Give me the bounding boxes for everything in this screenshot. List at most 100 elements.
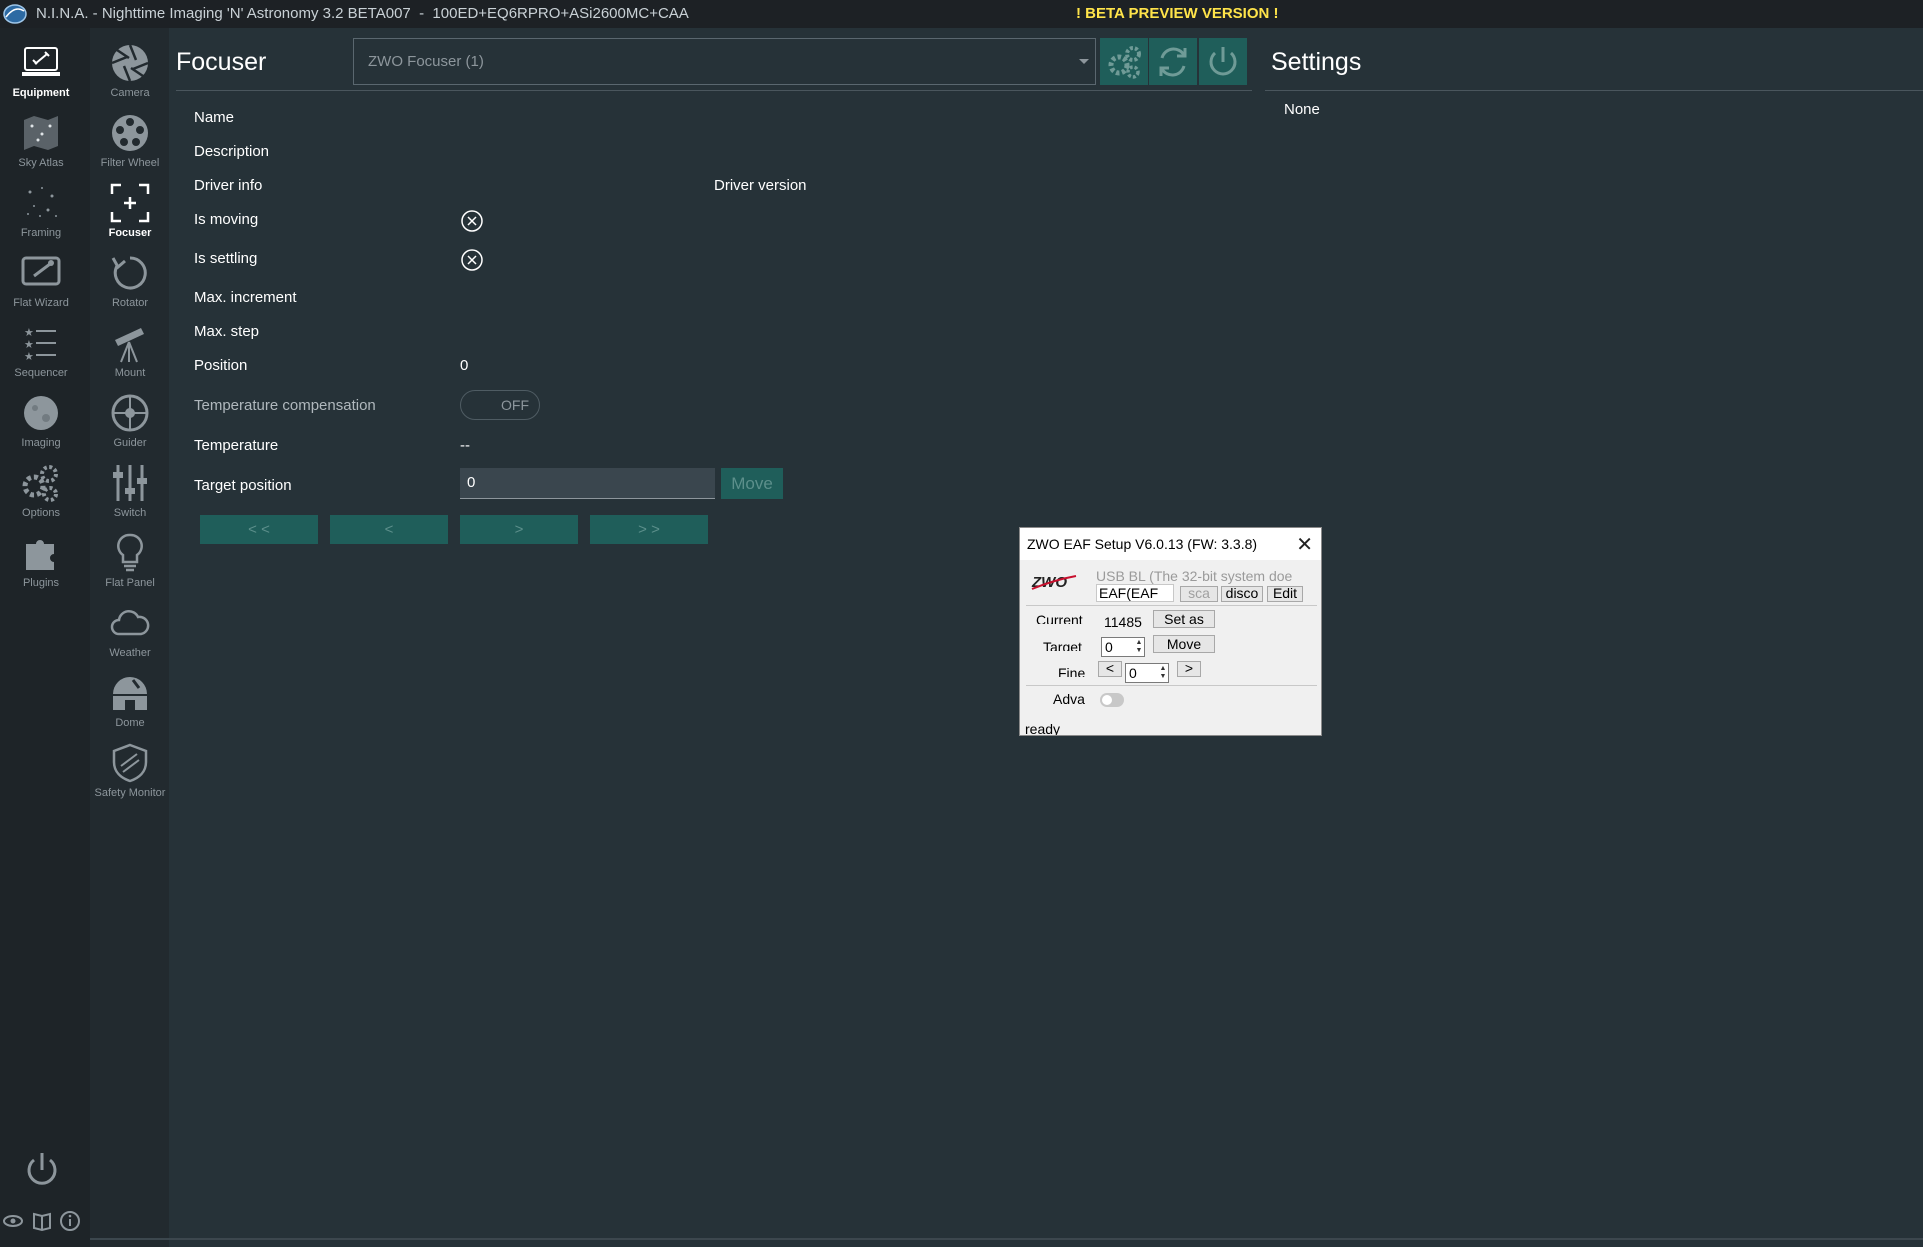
move-left-button[interactable]: <: [330, 515, 448, 544]
nav-label: Options: [22, 507, 60, 519]
nav-item-filter-wheel[interactable]: Filter Wheel: [90, 112, 170, 180]
settings-title: Settings: [1271, 48, 1362, 76]
rescan-button[interactable]: [1149, 38, 1197, 85]
nav-item-guider[interactable]: Guider: [90, 392, 170, 460]
driver-version-label: Driver version: [714, 177, 807, 194]
nav-label: Framing: [20, 227, 62, 239]
nav-label: Imaging: [21, 437, 61, 449]
zwo-eaf-setup-dialog: ZWO EAF Setup V6.0.13 (FW: 3.3.8) ✕ ZWO …: [1019, 527, 1322, 736]
scan-button[interactable]: sca: [1180, 586, 1218, 602]
spin-arrows-icon[interactable]: ▲ ▼: [1135, 639, 1143, 655]
target-position-input[interactable]: 0: [460, 468, 715, 499]
power-icon: [1209, 46, 1237, 75]
nav-item-plugins[interactable]: Plugins: [1, 532, 81, 600]
nav-item-options[interactable]: Options: [1, 462, 81, 530]
nav-item-weather[interactable]: Weather: [90, 602, 170, 670]
nav-item-switch[interactable]: Switch: [90, 462, 170, 530]
puzzle-icon: [26, 540, 54, 570]
power-icon[interactable]: [24, 1150, 60, 1190]
x-circle-icon: [461, 249, 483, 271]
description-label: Description: [194, 143, 270, 160]
nav-item-sky-atlas[interactable]: Sky Atlas: [1, 112, 81, 180]
edit-button[interactable]: Edit: [1267, 586, 1303, 602]
nav-item-imaging[interactable]: Imaging: [1, 392, 81, 460]
nav-label: Equipment: [12, 87, 70, 99]
beta-notice: ! BETA PREVIEW VERSION !: [1076, 5, 1279, 22]
title-bar: N.I.N.A. - Nighttime Imaging 'N' Astrono…: [0, 0, 1923, 28]
fine-spinbox[interactable]: 0 ▲ ▼: [1125, 663, 1169, 683]
svg-text:★: ★: [24, 327, 34, 339]
aperture-icon: [111, 44, 149, 82]
cloud-icon: [110, 610, 150, 636]
nav-label: Camera: [110, 87, 150, 99]
book-icon[interactable]: [33, 1212, 51, 1232]
gears-icon: [22, 465, 58, 502]
is-settling-label: Is settling: [194, 250, 258, 267]
target-spinbox[interactable]: 0 ▲ ▼: [1101, 637, 1145, 657]
nav-label: Weather: [109, 647, 151, 659]
fine-right-button[interactable]: >: [1177, 661, 1201, 677]
nav-item-camera[interactable]: Camera: [90, 42, 170, 110]
device-select[interactable]: ZWO Focuser (1): [353, 38, 1096, 85]
star-map-icon: [24, 116, 58, 150]
target-position-label: Target position: [194, 477, 292, 494]
close-icon[interactable]: ✕: [1296, 532, 1313, 557]
nav-label: Rotator: [111, 297, 149, 309]
nav-item-framing[interactable]: Framing: [1, 182, 81, 250]
nav-item-equipment[interactable]: Equipment: [1, 42, 81, 110]
nav-item-mount[interactable]: Mount: [90, 322, 170, 390]
flat-wizard-icon: [21, 256, 61, 286]
dialog-title-bar: ZWO EAF Setup V6.0.13 (FW: 3.3.8) ✕: [1020, 528, 1321, 560]
nav-label: Focuser: [108, 227, 152, 239]
dialog-divider: [1026, 605, 1317, 606]
nav-label: Sky Atlas: [18, 157, 64, 169]
crosshair-icon: [111, 394, 149, 432]
nav-label: Dome: [115, 717, 145, 729]
nav-item-focuser[interactable]: Focuser: [90, 182, 170, 250]
device-combo[interactable]: EAF(EAF: [1096, 584, 1174, 602]
dialog-divider: [1026, 685, 1317, 686]
nav-item-flat-panel[interactable]: Flat Panel: [90, 532, 170, 600]
spin-arrows-icon[interactable]: ▲ ▼: [1159, 665, 1167, 681]
bottom-icons: [3, 1211, 80, 1232]
set-as-button[interactable]: Set as: [1153, 610, 1215, 628]
disconnect-button[interactable]: disco: [1221, 586, 1263, 602]
nav-item-rotator[interactable]: Rotator: [90, 252, 170, 320]
stars-icon: [27, 187, 57, 217]
equipment-nav-rail: Camera Filter Wheel Focuser Rotator Moun…: [90, 28, 169, 1247]
move-button[interactable]: Move: [721, 468, 783, 499]
bulb-icon: [117, 533, 143, 572]
svg-text:★: ★: [24, 339, 34, 351]
nav-label: Filter Wheel: [100, 157, 160, 169]
nav-item-dome[interactable]: Dome: [90, 672, 170, 740]
dialog-status: ready: [1025, 721, 1061, 736]
settings-button[interactable]: [1100, 38, 1148, 85]
nav-item-safety-monitor[interactable]: Safety Monitor: [90, 742, 170, 810]
eye-icon[interactable]: [3, 1215, 23, 1227]
filter-wheel-icon: [112, 115, 148, 151]
laptop-icon: [22, 47, 60, 76]
dialog-title: ZWO EAF Setup V6.0.13 (FW: 3.3.8): [1027, 536, 1258, 552]
move-left-fast-button[interactable]: < <: [200, 515, 318, 544]
target-label: Target: [1043, 639, 1082, 651]
temp-comp-toggle[interactable]: OFF: [460, 390, 540, 420]
temperature-value: --: [460, 437, 470, 454]
info-icon[interactable]: [60, 1211, 80, 1231]
max-increment-label: Max. increment: [194, 289, 297, 306]
nav-item-sequencer[interactable]: ★ ★ ★ Sequencer: [1, 322, 81, 390]
fine-left-button[interactable]: <: [1098, 661, 1122, 677]
move-right-button[interactable]: >: [460, 515, 578, 544]
telescope-icon: [115, 328, 144, 363]
connect-button[interactable]: [1199, 38, 1247, 85]
fine-label: Fine: [1058, 665, 1086, 677]
current-value: 11485: [1104, 614, 1142, 630]
nav-label: Sequencer: [14, 367, 68, 379]
focus-icon: [110, 183, 150, 223]
shield-icon: [112, 743, 148, 783]
move-right-fast-button[interactable]: > >: [590, 515, 708, 544]
advanced-toggle[interactable]: [1100, 693, 1124, 707]
moon-icon: [24, 396, 58, 430]
dialog-move-button[interactable]: Move: [1153, 635, 1215, 653]
nav-item-flat-wizard[interactable]: Flat Wizard: [1, 252, 81, 320]
star-list-icon: ★ ★ ★: [24, 327, 56, 363]
